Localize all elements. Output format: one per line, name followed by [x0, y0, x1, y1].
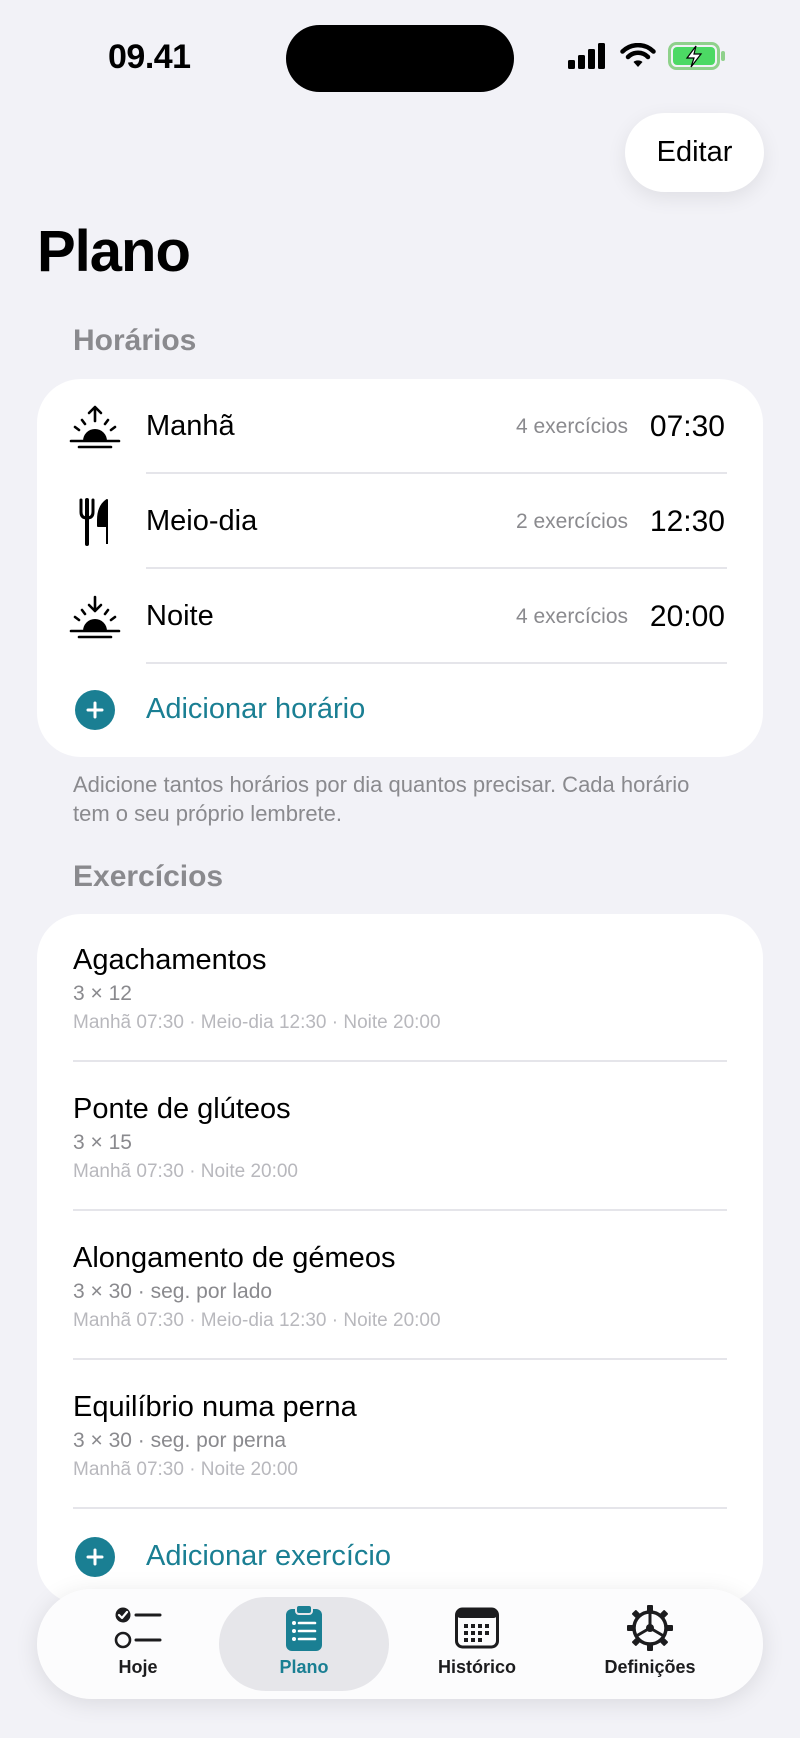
add-schedule-label: Adicionar horário: [146, 693, 366, 725]
clipboard-icon: [285, 1603, 323, 1653]
exercise-item[interactable]: Equilíbrio numa perna 3 × 30 · seg. por …: [73, 1389, 727, 1481]
add-schedule-button[interactable]: Adicionar horário: [37, 662, 763, 757]
sunset-icon: [69, 591, 121, 643]
schedule-label: Manhã: [146, 410, 235, 442]
schedules-card: Manhã 4 exercícios 07:30 Meio-dia 2 exer…: [37, 379, 763, 757]
schedule-row-midday[interactable]: Meio-dia 2 exercícios 12:30: [37, 474, 763, 569]
cellular-signal-icon: [568, 43, 605, 69]
fork-knife-icon: [69, 496, 121, 548]
schedule-exercise-count: 4 exercícios: [515, 414, 628, 438]
wifi-icon: [620, 42, 656, 67]
tab-label: Hoje: [118, 1657, 158, 1677]
schedules-footnote: Adicione tantos horários por dia quantos…: [73, 772, 690, 826]
add-exercise-label: Adicionar exercício: [146, 1540, 391, 1572]
exercise-schedule: Manhã 07:30 · Noite 20:00: [73, 1459, 298, 1480]
exercise-sets: 3 × 30 · seg. por lado: [73, 1280, 273, 1303]
schedules-section-header: Horários: [73, 324, 197, 357]
schedule-time: 07:30: [649, 409, 725, 443]
exercise-item[interactable]: Ponte de glúteos 3 × 15 Manhã 07:30 · No…: [73, 1091, 727, 1183]
checklist-icon: [114, 1603, 162, 1653]
gear-icon: [627, 1603, 673, 1653]
exercise-name: Alongamento de gémeos: [73, 1242, 396, 1274]
exercise-item[interactable]: Alongamento de gémeos 3 × 30 · seg. por …: [73, 1240, 727, 1332]
tab-plan[interactable]: Plano: [219, 1597, 389, 1691]
exercise-name: Equilíbrio numa perna: [73, 1391, 357, 1423]
dynamic-island: [286, 25, 514, 92]
schedule-exercise-count: 4 exercícios: [515, 604, 628, 628]
divider: [73, 1358, 727, 1360]
tab-label: Definições: [604, 1657, 696, 1677]
calendar-icon: [455, 1603, 499, 1653]
sunrise-icon: [69, 401, 121, 453]
exercise-schedule: Manhã 07:30 · Meio-dia 12:30 · Noite 20:…: [73, 1310, 441, 1331]
exercise-name: Agachamentos: [73, 944, 267, 976]
exercises-section-header: Exercícios: [73, 860, 224, 893]
exercise-name: Ponte de glúteos: [73, 1093, 291, 1125]
exercise-item[interactable]: Agachamentos 3 × 12 Manhã 07:30 · Meio-d…: [73, 942, 727, 1034]
tab-bar: Hoje Plano Histórico Definições: [37, 1589, 763, 1699]
schedule-exercise-count: 2 exercícios: [515, 509, 628, 533]
tab-settings[interactable]: Definições: [565, 1597, 735, 1691]
status-icons: [568, 42, 726, 70]
plus-circle-icon: [75, 1536, 115, 1577]
battery-charging-icon: [668, 42, 725, 70]
schedule-label: Noite: [146, 600, 214, 632]
exercise-schedule: Manhã 07:30 · Meio-dia 12:30 · Noite 20:…: [73, 1012, 441, 1033]
exercise-schedule: Manhã 07:30 · Noite 20:00: [73, 1161, 298, 1182]
plus-circle-icon: [75, 689, 115, 730]
exercise-sets: 3 × 12: [73, 982, 132, 1005]
schedule-time: 12:30: [649, 504, 725, 538]
divider: [73, 1060, 727, 1062]
tab-today[interactable]: Hoje: [53, 1597, 223, 1691]
exercises-card: Agachamentos 3 × 12 Manhã 07:30 · Meio-d…: [37, 914, 763, 1604]
schedule-time: 20:00: [649, 599, 725, 633]
tab-label: Histórico: [437, 1657, 516, 1677]
page-title: Plano: [37, 219, 191, 284]
edit-button[interactable]: Editar: [625, 113, 764, 192]
status-time: 09.41: [108, 38, 191, 76]
schedule-label: Meio-dia: [146, 505, 258, 537]
exercise-sets: 3 × 15: [73, 1131, 132, 1154]
tab-history[interactable]: Histórico: [392, 1597, 562, 1691]
schedule-row-morning[interactable]: Manhã 4 exercícios 07:30: [37, 379, 763, 474]
exercise-sets: 3 × 30 · seg. por perna: [73, 1429, 287, 1452]
divider: [73, 1209, 727, 1211]
tab-label: Plano: [279, 1657, 329, 1677]
schedule-row-night[interactable]: Noite 4 exercícios 20:00: [37, 569, 763, 664]
